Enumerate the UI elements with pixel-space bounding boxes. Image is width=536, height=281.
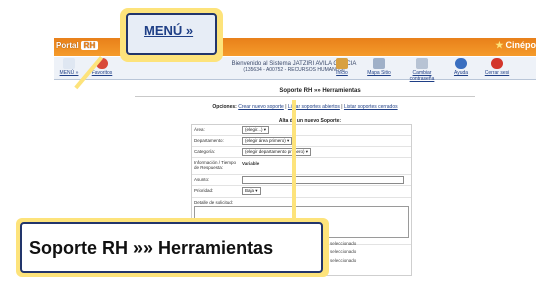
key-icon	[416, 58, 428, 69]
title-callout-box: Soporte RH »» Herramientas	[20, 222, 323, 273]
title-callout-text: Soporte RH »» Herramientas	[29, 238, 274, 258]
brand-logo: ★ Cinépo	[495, 40, 536, 51]
info-row: Información / Tiempo de Respuesta: Varia…	[192, 158, 411, 175]
home-icon	[336, 58, 348, 69]
asunto-row: Asunto:	[192, 175, 411, 186]
brand-name: Cinépo	[505, 40, 536, 50]
categoria-select[interactable]: (elegir departamento primero) ▾	[242, 148, 312, 156]
title-divider	[135, 96, 475, 97]
rh-logo-badge: RH	[80, 41, 99, 50]
ayuda-label: Ayuda	[453, 70, 469, 76]
info-label: Información / Tiempo de Respuesta:	[194, 160, 237, 170]
inicio-nav-item[interactable]: Inicio	[329, 57, 355, 79]
selection-note-1: seleccionado	[330, 241, 357, 246]
create-ticket-link[interactable]: Crear nuevo soporte	[238, 104, 284, 110]
cambiar-label: Cambiar contraseña	[409, 70, 435, 82]
star-icon: ★	[495, 40, 504, 50]
departamento-select-value: (elegir área primero)	[245, 138, 286, 143]
area-select[interactable]: (elegir...) ▾	[242, 126, 270, 134]
logout-icon	[491, 58, 503, 69]
list-closed-link[interactable]: Listar soportes cerrados	[344, 104, 398, 110]
menu-callout-text: MENÚ »	[144, 23, 194, 38]
area-label: Área:	[194, 127, 205, 132]
selection-note-3: seleccionado	[330, 258, 357, 263]
prioridad-select-value: Baja	[245, 188, 255, 193]
cerrar-label: Cerrar sesi	[484, 70, 510, 76]
callout-connector-title	[292, 100, 296, 220]
area-row: Área: (elegir...) ▾	[192, 125, 411, 136]
favoritos-label: Favoritos	[91, 70, 113, 76]
prioridad-select[interactable]: Baja ▾	[242, 187, 261, 195]
departamento-label: Departamento:	[194, 138, 224, 143]
inicio-label: Inicio	[336, 70, 348, 76]
page-title: Soporte RH »» Herramientas	[279, 88, 361, 94]
area-select-value: (elegir...)	[245, 127, 263, 132]
menu-icon	[63, 58, 75, 69]
menu-callout: MENÚ »	[120, 8, 223, 62]
mapa-nav-item[interactable]: Mapa Sitio	[364, 57, 394, 79]
portal-logo-text: Portal	[56, 41, 79, 50]
asunto-input[interactable]	[242, 176, 404, 184]
sitemap-icon	[373, 58, 385, 69]
title-callout: Soporte RH »» Herramientas	[16, 218, 329, 277]
detalle-label: Detalle de solicitud:	[194, 200, 234, 205]
cambiar-password-nav-item[interactable]: Cambiar contraseña	[400, 57, 444, 82]
prioridad-label: Prioridad:	[194, 188, 214, 193]
top-blank-band	[0, 0, 536, 18]
options-prefix: Opciones:	[212, 104, 237, 110]
info-value: Variable	[242, 161, 260, 166]
prioridad-row: Prioridad: Baja ▾	[192, 186, 411, 198]
departamento-row: Departamento: (elegir área primero) ▾	[192, 136, 411, 147]
menu-nav-item[interactable]: MENÚ »	[58, 57, 80, 79]
asunto-label: Asunto:	[194, 177, 210, 182]
categoria-row: Categoría: (elegir departamento primero)…	[192, 147, 411, 158]
selection-note-2: seleccionado	[330, 249, 357, 254]
menu-nav-label: MENÚ »	[59, 70, 79, 76]
portal-logo: Portal RH	[56, 41, 99, 50]
categoria-label: Categoría:	[194, 149, 216, 154]
ayuda-nav-item[interactable]: Ayuda	[450, 57, 472, 79]
mapa-label: Mapa Sitio	[367, 70, 391, 76]
departamento-select[interactable]: (elegir área primero) ▾	[242, 137, 293, 145]
cerrar-sesion-nav-item[interactable]: Cerrar sesi	[482, 57, 512, 79]
help-icon	[455, 58, 467, 69]
options-bar: Opciones: Crear nuevo soporte | Listar s…	[140, 104, 470, 110]
menu-callout-box: MENÚ »	[126, 13, 217, 55]
